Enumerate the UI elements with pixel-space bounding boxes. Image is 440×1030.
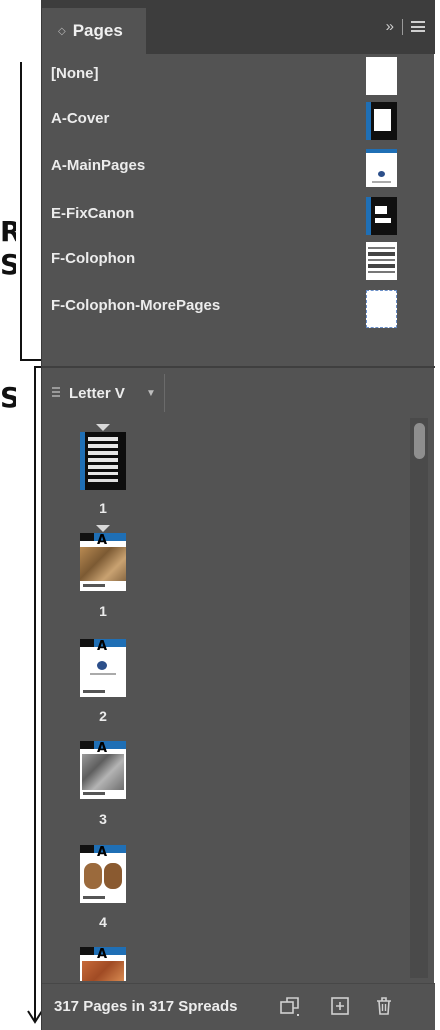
master-item-f-colophon-morepages[interactable]: F-Colophon-MorePages	[42, 287, 435, 328]
panel-menu-icon[interactable]	[411, 21, 425, 32]
page-thumbnail[interactable]	[80, 432, 126, 490]
chevron-down-icon[interactable]: ▼	[146, 388, 156, 399]
master-name: A-MainPages	[51, 157, 146, 174]
master-item-e-fixcanon[interactable]: E-FixCanon	[42, 195, 435, 235]
grip-icon	[52, 387, 60, 399]
page-thumbnail[interactable]: A	[80, 533, 126, 591]
master-name: E-FixCanon	[51, 205, 135, 222]
master-name: [None]	[51, 65, 99, 82]
master-thumbnail	[366, 242, 397, 280]
master-item-a-cover[interactable]: A-Cover	[42, 100, 435, 140]
master-thumbnail	[366, 197, 397, 235]
page-thumbnail[interactable]: A	[80, 741, 126, 799]
page-count-summary: 317 Pages in 317 Spreads	[54, 998, 238, 1015]
annotation-arrow-pages	[34, 366, 36, 1020]
page-thumbnail[interactable]: A	[80, 639, 126, 697]
master-name: F-Colophon	[51, 250, 136, 267]
tab-pages[interactable]: ◇ Pages	[42, 8, 146, 54]
master-prefix-label: A	[97, 639, 108, 654]
master-thumbnail	[366, 102, 397, 140]
page-number: 1	[99, 603, 107, 619]
divider	[164, 374, 165, 412]
master-thumbnail	[366, 57, 397, 95]
spread-marker-icon	[96, 525, 110, 532]
panel-footer: 317 Pages in 317 Spreads	[42, 983, 435, 1030]
pages-header: Letter V ▼	[42, 372, 435, 414]
pages-scrollbar[interactable]	[410, 418, 428, 978]
delete-page-icon[interactable]	[372, 994, 396, 1018]
pages-panel: ◇ Pages » [None] A-Cover A-MainPages E-F…	[41, 0, 435, 1030]
master-name: F-Colophon-MorePages	[51, 297, 221, 314]
masters-pages-divider[interactable]	[42, 366, 435, 368]
annotation-letter: R	[0, 218, 16, 246]
divider	[402, 18, 403, 35]
page-thumbnail[interactable]: A	[80, 845, 126, 903]
master-prefix-label: A	[97, 533, 108, 548]
edit-page-size-icon[interactable]	[278, 994, 302, 1018]
spread-marker-icon	[96, 424, 110, 431]
collapse-toggle-icon: ◇	[58, 25, 66, 37]
master-name: A-Cover	[51, 110, 110, 127]
master-prefix-label: A	[97, 845, 108, 860]
panel-controls: »	[386, 18, 425, 35]
page-number: 3	[99, 811, 107, 827]
page-number: 2	[99, 708, 107, 724]
annotation-letter: S	[0, 384, 16, 412]
scrollbar-thumb[interactable]	[414, 423, 425, 459]
master-thumbnail	[366, 149, 397, 187]
page-thumbnail[interactable]: A	[80, 947, 126, 981]
page-size-dropdown[interactable]: Letter V	[69, 385, 125, 402]
tab-pages-label: Pages	[72, 21, 123, 40]
master-prefix-label: A	[97, 947, 108, 962]
annotation-bracket-masters	[20, 62, 22, 360]
master-item-f-colophon[interactable]: F-Colophon	[42, 240, 435, 280]
stage: R S S ◇ Pages » [None] A-Cover A-MainPag…	[0, 0, 440, 1030]
master-item-none[interactable]: [None]	[42, 55, 435, 95]
page-number: 4	[99, 914, 107, 930]
master-thumbnail	[366, 290, 397, 328]
panel-tab-bar: ◇ Pages »	[42, 0, 435, 54]
collapse-panel-button[interactable]: »	[386, 18, 394, 35]
new-page-icon[interactable]	[328, 994, 352, 1018]
annotation-letter: S	[0, 251, 16, 279]
master-item-a-mainpages[interactable]: A-MainPages	[42, 147, 435, 187]
page-number: 1	[99, 500, 107, 516]
